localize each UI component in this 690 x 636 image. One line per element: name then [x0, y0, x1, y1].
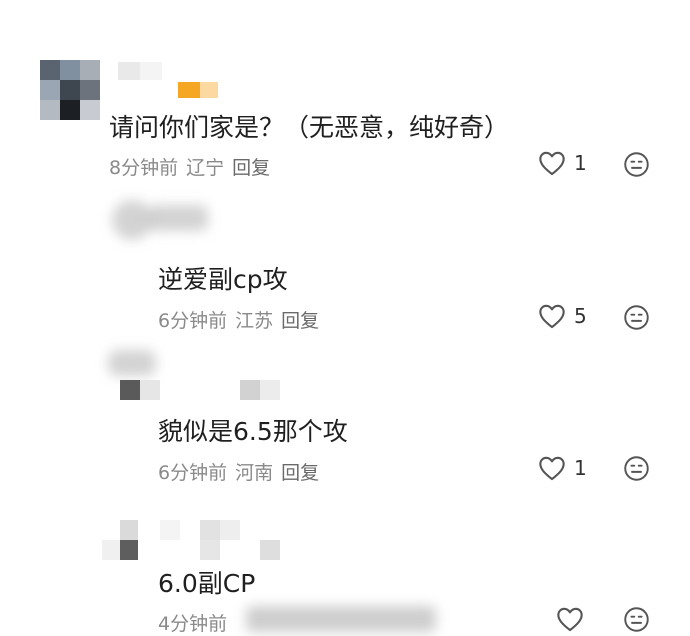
comment-location: 河南: [235, 462, 274, 484]
reply-button[interactable]: 回复: [281, 462, 319, 484]
like-button[interactable]: 1: [538, 150, 587, 176]
comment-time: 6分钟前: [158, 462, 228, 484]
comment-meta: 8分钟前 辽宁 回复: [109, 153, 270, 180]
like-count: 1: [574, 456, 587, 480]
comment-text: 逆爱副cp攻: [158, 265, 288, 294]
comment-meta: 6分钟前 河南 回复: [158, 458, 319, 485]
reply-button[interactable]: 回复: [281, 310, 319, 332]
comment-location: 江苏: [235, 310, 274, 332]
like-button[interactable]: 1: [538, 455, 587, 481]
comment-time: 8分钟前: [109, 157, 179, 179]
user-badge: [200, 82, 218, 98]
comment-meta: 4分钟前: [158, 609, 243, 636]
comment-time: 6分钟前: [158, 310, 228, 332]
like-count: 5: [574, 304, 587, 328]
emoji-face-icon[interactable]: [623, 455, 650, 482]
comment-time: 4分钟前: [158, 613, 228, 635]
username-mosaic[interactable]: [148, 205, 208, 231]
emoji-face-icon[interactable]: [623, 606, 650, 633]
heart-outline-icon: [538, 455, 566, 481]
avatar[interactable]: [120, 380, 160, 400]
reply-button[interactable]: 回复: [232, 157, 270, 179]
comment-text: 6.0副CP: [158, 569, 256, 598]
like-count: 1: [574, 151, 587, 175]
heart-outline-icon: [538, 303, 566, 329]
like-button[interactable]: [556, 606, 584, 632]
comment-location: 辽宁: [186, 157, 225, 179]
comment-text: 请问你们家是？（无恶意，纯好奇）: [109, 113, 510, 142]
comment-meta: 6分钟前 江苏 回复: [158, 306, 319, 333]
like-button[interactable]: 5: [538, 303, 587, 329]
emoji-face-icon[interactable]: [623, 304, 650, 331]
user-badge: [178, 82, 200, 98]
username-mosaic[interactable]: [240, 380, 280, 400]
username-mosaic[interactable]: [118, 62, 162, 80]
comment-text: 貌似是6.5那个攻: [158, 417, 348, 446]
username-mosaic[interactable]: [160, 520, 280, 560]
avatar[interactable]: [102, 520, 138, 560]
avatar[interactable]: [108, 350, 156, 376]
emoji-face-icon[interactable]: [623, 151, 650, 178]
heart-outline-icon: [556, 606, 584, 632]
avatar[interactable]: [40, 60, 100, 120]
heart-outline-icon: [538, 150, 566, 176]
avatar[interactable]: [112, 200, 152, 240]
obscured-meta: [246, 606, 436, 632]
